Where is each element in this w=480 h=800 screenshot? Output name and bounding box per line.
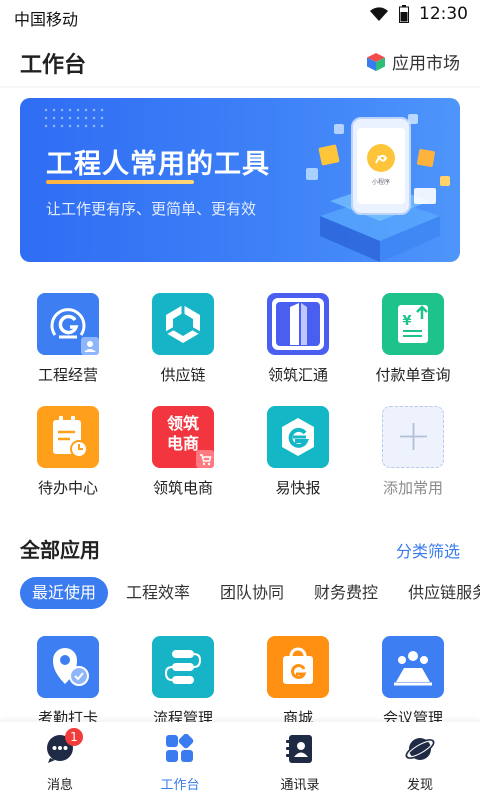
- tab-label: 消息: [46, 778, 73, 793]
- banner-subtitle: 让工作更有序、更简单、更有效: [46, 200, 257, 218]
- todo-center-icon: [37, 406, 99, 468]
- app-label: 领筑电商: [152, 479, 213, 497]
- location-check-icon: [37, 636, 99, 698]
- app-label: 待办中心: [37, 479, 98, 497]
- category-tabs: 最近使用工程效率团队协同财务费控供应链服务: [20, 577, 480, 609]
- carrier-name: 中国移动: [14, 10, 79, 29]
- phone-illustration: 小程序: [306, 114, 450, 262]
- page-header: 工作台 应用市场: [0, 38, 480, 86]
- banner-title: 工程人常用的工具: [46, 149, 270, 180]
- tab-discover[interactable]: 发现: [360, 734, 480, 793]
- meeting-icon: [382, 636, 444, 698]
- category-filter-link[interactable]: 分类筛选: [396, 538, 460, 562]
- payment-query-icon: ¥: [382, 293, 444, 355]
- clock: 12:30: [419, 4, 468, 24]
- tab-label: 通讯录: [280, 778, 320, 793]
- tab-finance-control[interactable]: 财务费控: [302, 577, 390, 609]
- status-bar: 中国移动 12:30: [0, 0, 480, 32]
- app-label: 工程经营: [37, 366, 98, 384]
- lingzhu-ecommerce-icon: 领筑 电商: [152, 406, 214, 468]
- unread-badge: 1: [65, 728, 83, 746]
- address-book-icon: [286, 735, 312, 763]
- phone-caption: 小程序: [372, 178, 390, 186]
- lingzhu-huitong-icon: [267, 293, 329, 355]
- planet-icon: [405, 738, 435, 760]
- bottom-tab-bar: 1 消息 工作台 通讯录 发现: [0, 722, 480, 800]
- tab-team-collaboration[interactable]: 团队协同: [208, 577, 296, 609]
- page-title: 工作台: [20, 53, 87, 78]
- tab-workbench[interactable]: 工作台: [120, 733, 240, 793]
- dot-pattern: [42, 106, 104, 130]
- app-label: 添加常用: [382, 479, 443, 497]
- grid-icon: [166, 733, 194, 762]
- tab-label: 工作台: [160, 778, 200, 793]
- app-market-label: 应用市场: [392, 54, 460, 74]
- tab-messages[interactable]: 1 消息: [0, 728, 120, 793]
- app-label: 供应链: [160, 366, 206, 384]
- app-label: 付款单查询: [375, 366, 451, 384]
- tab-contacts[interactable]: 通讯录: [240, 734, 360, 793]
- battery-icon: [399, 5, 409, 23]
- plus-icon: [382, 406, 444, 468]
- tab-label: 发现: [406, 778, 433, 793]
- shopping-bag-icon: [267, 636, 329, 698]
- cube-icon: [367, 52, 385, 71]
- header-divider: [0, 86, 480, 89]
- engineering-icon: [37, 293, 99, 355]
- ecommerce-icon-text: 领筑 电商: [166, 414, 199, 453]
- yikuaibao-icon: [267, 406, 329, 468]
- promo-banner[interactable]: 工程人常用的工具 让工作更有序、更简单、更有效 小程序: [20, 98, 460, 262]
- app-label: 领筑汇通: [267, 366, 328, 384]
- tab-supply-chain[interactable]: 供应链服务: [396, 577, 480, 609]
- wifi-icon: [370, 7, 388, 21]
- svg-text:¥: ¥: [402, 314, 411, 329]
- banner-underline: [46, 180, 194, 184]
- supply-chain-icon: [152, 293, 214, 355]
- tab-engineering-efficiency[interactable]: 工程效率: [114, 577, 202, 609]
- tab-recent[interactable]: 最近使用: [20, 577, 109, 609]
- flow-icon: [152, 636, 214, 698]
- all-apps-title: 全部应用: [20, 538, 100, 562]
- app-label: 易快报: [275, 479, 321, 497]
- app-market-button[interactable]: 应用市场: [366, 49, 460, 74]
